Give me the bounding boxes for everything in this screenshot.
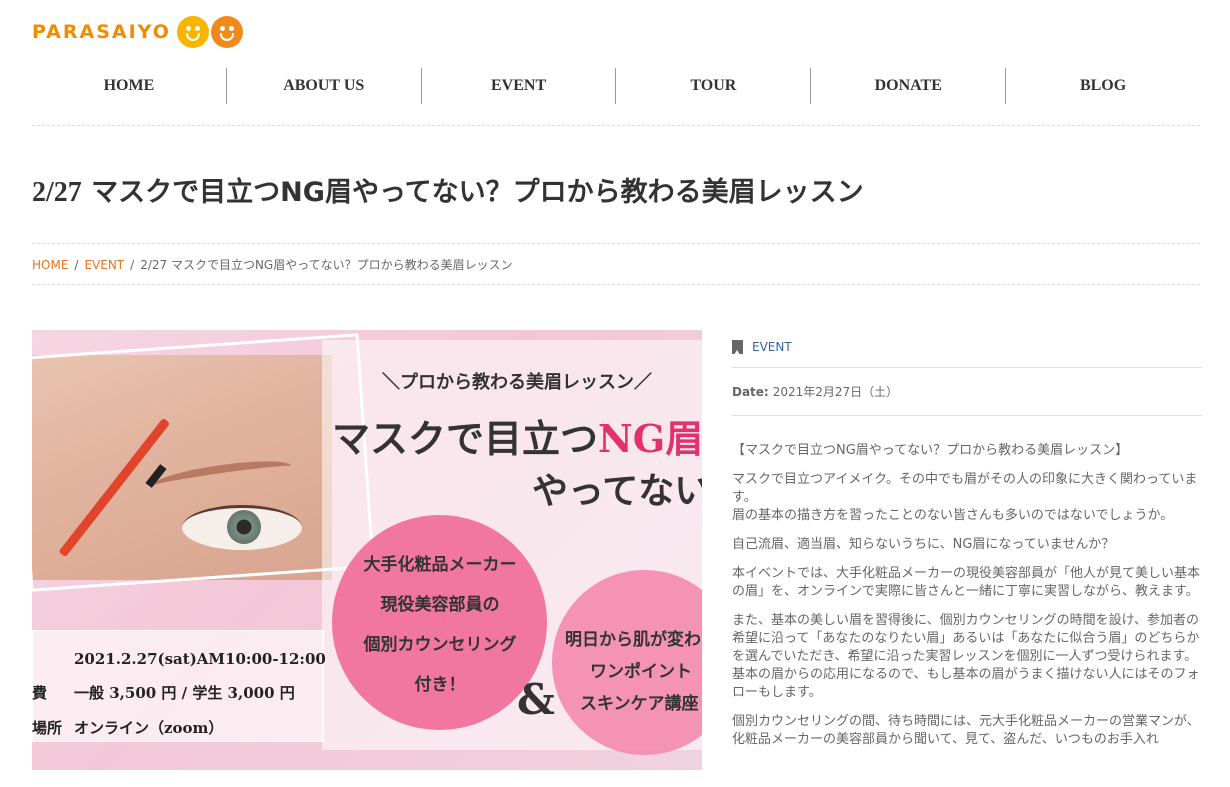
circle2-line: スキンケア講座: [580, 694, 699, 714]
main-nav: HOME ABOUT US EVENT TOUR DONATE BLOG: [32, 68, 1200, 104]
description-paragraph: マスクで目立つアイメイク。その中でも眉がその人の印象に大きく関わっています。 眉…: [732, 472, 1198, 523]
info-fee-label: 費: [32, 684, 48, 702]
circle2-line: 明日から肌が変わ: [565, 630, 701, 650]
circle1-line: 付き！: [414, 675, 466, 695]
title-date: 2/27: [32, 177, 82, 208]
breadcrumb: HOME / EVENT / 2/27 マスクで目立つNG眉やってない？プロから教わる美…: [32, 256, 513, 273]
nav-tour[interactable]: TOUR: [615, 68, 810, 104]
divider: [32, 284, 1200, 285]
title-text: マスクで目立つNG眉やってない？プロから教わる美眉レッスン: [81, 177, 864, 208]
breadcrumb-event[interactable]: EVENT: [84, 258, 124, 272]
hero-headline: マスクで目立つNG眉: [332, 408, 702, 463]
divider: [32, 243, 1200, 244]
breadcrumb-separator: /: [74, 258, 79, 272]
category-row: EVENT: [732, 326, 1202, 368]
date-label: Date:: [732, 384, 769, 399]
info-date: 2021.2.27(sat)AM10:00-12:00: [74, 650, 326, 668]
nav-donate[interactable]: DONATE: [810, 68, 1005, 104]
smile-face-icon: [210, 16, 243, 48]
nav-blog[interactable]: BLOG: [1005, 68, 1200, 104]
nav-event[interactable]: EVENT: [420, 68, 616, 104]
smile-face-icon: [176, 16, 209, 48]
event-detail: EVENT Date: 2021年2月27日（土） 【マスクで目立つNG眉やって…: [732, 326, 1202, 760]
divider: [32, 125, 1200, 126]
nav-home[interactable]: HOME: [32, 68, 226, 104]
circle1-line: 大手化粧品メーカー: [363, 555, 517, 575]
site-logo[interactable]: PARASAIYO: [32, 14, 243, 50]
hero-headline-ng: NG眉: [598, 416, 702, 461]
date-row: Date: 2021年2月27日（土）: [732, 368, 1202, 416]
info-place-label: 場所: [32, 719, 63, 737]
event-hero-image: ＼プロから教わる美眉レッスン／ マスクで目立つNG眉 やってない 大手化粧品メー…: [32, 330, 702, 770]
description-paragraph: 本イベントでは、大手化粧品メーカーの現役美容部員が「他人が見て美しい基本の眉」を…: [732, 566, 1201, 599]
description-paragraph: 【マスクで目立つNG眉やってない？プロから教わる美眉レッスン】: [732, 443, 1129, 458]
bookmark-icon: [732, 339, 743, 355]
description-paragraph: 自己流眉、適当眉、知らないうちに、NG眉になっていませんか？: [732, 537, 1115, 552]
hero-subtitle: ＼プロから教わる美眉レッスン／: [382, 372, 652, 393]
info-place: オンライン（zoom）: [74, 719, 224, 737]
nav-about-us[interactable]: ABOUT US: [225, 68, 421, 104]
counseling-circle: [332, 515, 547, 730]
hero-headline-prefix: マスクで目立つ: [332, 416, 599, 461]
info-fee: 一般 3,500 円 / 学生 3,000 円: [74, 684, 295, 702]
hero-headline-line2: やってない: [532, 470, 702, 512]
circle1-line: 現役美容部員の: [380, 595, 500, 615]
event-description: 【マスクで目立つNG眉やってない？プロから教わる美眉レッスン】 マスクで目立つア…: [732, 416, 1202, 749]
breadcrumb-current: 2/27 マスクで目立つNG眉やってない？プロから教わる美眉レッスン: [140, 258, 513, 272]
circle1-line: 個別カウンセリング: [363, 635, 517, 655]
breadcrumb-home[interactable]: HOME: [32, 258, 68, 272]
ampersand: &: [517, 675, 555, 724]
date-value: 2021年2月27日（土）: [772, 385, 899, 399]
logo-text: PARASAIYO: [32, 21, 171, 43]
description-paragraph: 個別カウンセリングの間、待ち時間には、元大手化粧品メーカーの営業マンが、化粧品メ…: [732, 714, 1200, 747]
breadcrumb-separator: /: [130, 258, 135, 272]
page-title: 2/27 マスクで目立つNG眉やってない？プロから教わる美眉レッスン: [32, 170, 864, 209]
description-paragraph: また、基本の美しい眉を習得後に、個別カウンセリングの時間を設け、参加者の希望に沿…: [732, 613, 1200, 700]
circle2-line: ワンポイント: [590, 662, 692, 682]
category-link[interactable]: EVENT: [752, 340, 792, 354]
